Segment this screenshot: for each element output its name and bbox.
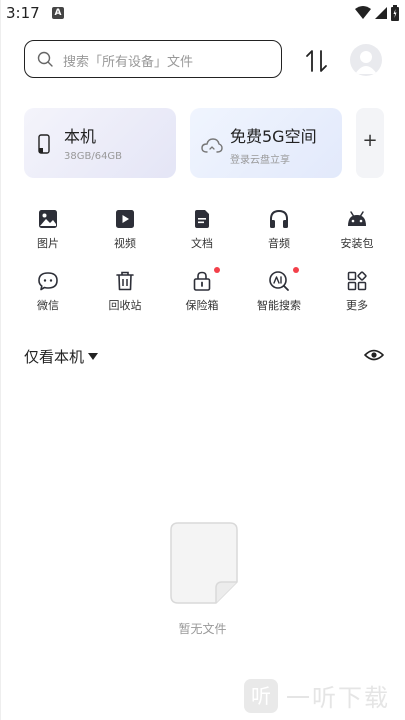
image-icon bbox=[39, 210, 57, 228]
search-icon bbox=[37, 51, 53, 67]
search-input[interactable]: 搜索「所有设备」文件 bbox=[24, 40, 282, 78]
category-safe-box[interactable]: 保险箱 bbox=[170, 267, 234, 313]
new-badge-dot bbox=[214, 267, 220, 273]
trash-icon bbox=[116, 271, 134, 291]
category-label: 微信 bbox=[37, 299, 59, 312]
category-documents[interactable]: 文档 bbox=[170, 208, 234, 251]
category-videos[interactable]: 视频 bbox=[93, 208, 157, 251]
more-grid-icon bbox=[347, 271, 367, 291]
phone-icon bbox=[38, 134, 50, 154]
category-images[interactable]: 图片 bbox=[16, 208, 80, 251]
category-label: 智能搜索 bbox=[257, 299, 301, 312]
sort-icon[interactable] bbox=[303, 47, 331, 75]
category-audio[interactable]: 音频 bbox=[247, 208, 311, 251]
cloud-card-subtitle: 登录云盘立享 bbox=[230, 155, 290, 166]
category-label: 安装包 bbox=[340, 237, 374, 250]
eye-icon[interactable] bbox=[364, 346, 384, 364]
add-device-button[interactable]: + bbox=[356, 108, 384, 178]
cloud-icon bbox=[201, 138, 223, 153]
category-smart-search[interactable]: 智能搜索 bbox=[247, 267, 311, 313]
wechat-icon bbox=[38, 272, 58, 291]
status-bar: 3:17 A bbox=[0, 0, 405, 28]
headphones-icon bbox=[270, 209, 288, 228]
category-recycle-bin[interactable]: 回收站 bbox=[93, 270, 157, 313]
watermark-logo: 听 一听下载 bbox=[244, 678, 390, 713]
local-card-title: 本机 bbox=[64, 127, 97, 146]
wifi-icon bbox=[355, 6, 371, 19]
category-more[interactable]: 更多 bbox=[325, 270, 389, 313]
cloud-card-title: 免费5G空间 bbox=[230, 127, 317, 146]
notification-badge: A bbox=[52, 7, 64, 19]
video-icon bbox=[116, 210, 134, 228]
empty-state-text: 暂无文件 bbox=[178, 622, 227, 636]
cloud-card[interactable]: 免费5G空间 登录云盘立享 bbox=[190, 108, 342, 178]
category-label: 回收站 bbox=[108, 299, 142, 312]
category-apks[interactable]: 安装包 bbox=[325, 208, 389, 251]
plus-icon: + bbox=[362, 130, 378, 151]
local-only-filter[interactable]: 仅看本机 bbox=[24, 346, 99, 367]
android-icon bbox=[348, 211, 366, 226]
category-wechat[interactable]: 微信 bbox=[16, 270, 80, 313]
smart-search-icon bbox=[269, 271, 289, 291]
category-label: 视频 bbox=[114, 237, 136, 250]
signal-icon bbox=[375, 7, 387, 19]
new-badge-dot bbox=[293, 267, 299, 273]
status-time: 3:17 bbox=[6, 4, 40, 22]
filter-label: 仅看本机 bbox=[24, 348, 85, 366]
status-icons bbox=[355, 5, 399, 21]
category-label: 文档 bbox=[191, 237, 213, 250]
search-placeholder: 搜索「所有设备」文件 bbox=[63, 55, 194, 70]
caret-down-icon bbox=[88, 353, 99, 360]
lock-icon bbox=[193, 271, 211, 291]
watermark-badge: 听 bbox=[244, 678, 278, 713]
user-icon bbox=[355, 51, 377, 74]
battery-icon bbox=[391, 5, 399, 21]
category-label: 更多 bbox=[346, 299, 368, 312]
local-card-storage: 38GB/64GB bbox=[64, 151, 123, 162]
watermark-text: 一听下载 bbox=[286, 684, 390, 712]
empty-file-icon bbox=[170, 522, 238, 604]
local-device-card[interactable]: 本机 38GB/64GB bbox=[24, 108, 176, 178]
left-edge bbox=[0, 0, 1, 720]
document-icon bbox=[195, 210, 209, 228]
category-label: 保险箱 bbox=[185, 299, 219, 312]
category-label: 图片 bbox=[37, 237, 59, 250]
category-label: 音频 bbox=[268, 237, 290, 250]
avatar[interactable] bbox=[350, 44, 382, 76]
